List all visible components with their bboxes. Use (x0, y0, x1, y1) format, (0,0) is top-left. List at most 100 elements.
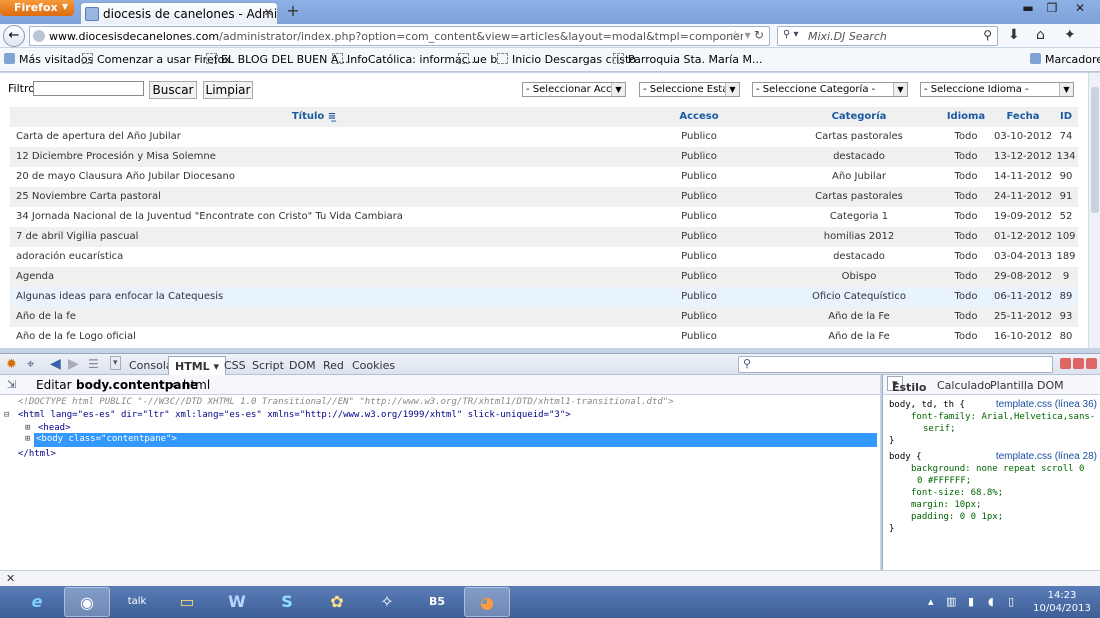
css-declaration[interactable]: padding: 0 0 1px; (911, 512, 1003, 522)
skype-icon[interactable]: S (264, 587, 310, 617)
cell-title[interactable]: Carta de apertura del Año Jubilar (10, 127, 618, 147)
battery-icon[interactable]: ▯ (1008, 595, 1014, 608)
firefox-icon[interactable]: ◕ (464, 587, 510, 617)
language-select[interactable]: - Seleccione Idioma - ▼ (920, 82, 1074, 97)
tab-side-dom[interactable]: DOM (1037, 379, 1064, 392)
filter-input[interactable] (33, 81, 144, 96)
firefox-menu-button[interactable]: Firefox ▼ (0, 0, 74, 16)
volume-icon[interactable]: ◖ (988, 595, 994, 608)
head-node[interactable]: <head> (38, 423, 71, 433)
table-row[interactable]: Agenda Publico Obispo Todo 29-08-2012 9 (10, 267, 1078, 287)
minimize-firebug-icon[interactable] (1060, 358, 1071, 369)
tab-layout[interactable]: Plantilla (990, 379, 1034, 392)
css-declaration[interactable]: margin: 10px; (911, 500, 981, 510)
cell-title[interactable]: 20 de mayo Clausura Año Jubilar Diocesan… (10, 167, 618, 187)
detach-firebug-icon[interactable] (1073, 358, 1084, 369)
url-bar[interactable]: www.diocesisdecanelones.com/administrato… (29, 26, 770, 46)
breadcrumb-parent[interactable]: < html (169, 378, 210, 392)
network-icon[interactable]: ▥ (946, 595, 956, 608)
firebug-search-input[interactable]: ⚲ (738, 356, 1053, 373)
talk-icon[interactable]: talk (114, 587, 160, 617)
css-selector[interactable]: body { (889, 452, 922, 462)
css-declaration[interactable]: font-size: 68.8%; (911, 488, 1003, 498)
cell-title[interactable]: 34 Jornada Nacional de la Juventud "Enco… (10, 207, 618, 227)
home-icon[interactable]: ⌂ (1036, 27, 1045, 43)
css-source-link[interactable]: template.css (línea 36) (996, 399, 1097, 410)
cell-title[interactable]: 25 Noviembre Carta pastoral (10, 187, 618, 207)
forward-arrow-icon[interactable]: ▶ (68, 356, 79, 372)
state-select[interactable]: - Seleccione Estado - ▼ (639, 82, 740, 97)
signal-icon[interactable]: ▮ (968, 595, 974, 608)
close-icon[interactable]: ✕ (6, 572, 15, 585)
tab-css[interactable]: CSS (224, 359, 246, 372)
edit-button[interactable]: Editar (36, 378, 72, 392)
tray-arrow-icon[interactable]: ▴ (928, 595, 934, 608)
html-node[interactable]: <html lang="es-es" dir="ltr" xml:lang="e… (18, 410, 571, 420)
tab-script[interactable]: Script (252, 359, 284, 372)
cell-title[interactable]: Año de la fe Logo oficial (10, 327, 618, 347)
download-icon[interactable]: ⬇ (1008, 27, 1020, 43)
css-selector[interactable]: body, td, th { (889, 400, 965, 410)
search-icon[interactable]: ⚲ (983, 28, 992, 42)
css-declaration[interactable]: background: none repeat scroll 0 (911, 464, 1084, 474)
column-title[interactable]: Título ≡̲ (10, 107, 618, 127)
picasa-icon[interactable]: ✿ (314, 587, 360, 617)
maximize-button[interactable]: ❐ (1040, 1, 1064, 17)
list-icon[interactable]: ☰ (88, 357, 99, 371)
access-select[interactable]: - Seleccionar Acceso - ▼ (522, 82, 626, 97)
scrollbar-thumb[interactable] (1091, 87, 1099, 213)
bookmark-item[interactable]: Más visitados (4, 53, 93, 66)
cell-title[interactable]: Agenda (10, 267, 618, 287)
page-scrollbar[interactable] (1088, 73, 1100, 348)
column-date[interactable]: Fecha (994, 107, 1052, 127)
tab-console[interactable]: Consola (129, 359, 173, 372)
css-declaration[interactable]: font-family: Arial,Helvetica,sans- (911, 412, 1095, 422)
cell-title[interactable]: 7 de abril Vigilia pascual (10, 227, 618, 247)
panel-menu-icon[interactable]: ▾ (110, 356, 121, 370)
expand-head-icon[interactable]: ⊞ (25, 423, 30, 433)
cell-title[interactable]: 12 Diciembre Procesión y Misa Solemne (10, 147, 618, 167)
addon-icon[interactable]: ✦ (1064, 27, 1076, 43)
table-row[interactable]: Año de la fe Publico Año de la Fe Todo 25-11… (10, 307, 1078, 327)
bookmark-item[interactable]: ue b (458, 53, 497, 66)
table-row[interactable]: 20 de mayo Clausura Año Jubilar Diocesan… (10, 167, 1078, 187)
bookmark-item[interactable]: InfoCatólica: informac... (332, 53, 478, 66)
cell-title[interactable]: Año de la fe (10, 307, 618, 327)
cell-title[interactable]: adoración eucarística (10, 247, 618, 267)
table-row[interactable]: 34 Jornada Nacional de la Juventud "Enco… (10, 207, 1078, 227)
table-row[interactable]: adoración eucarística Publico destacado Tod… (10, 247, 1078, 267)
clock[interactable]: 14:23 10/04/2013 (1030, 589, 1094, 615)
word-icon[interactable]: W (214, 587, 260, 617)
column-id[interactable]: ID (1054, 107, 1078, 127)
column-language[interactable]: Idioma (940, 107, 992, 127)
expand-body-icon[interactable]: ⊞ (25, 434, 30, 444)
column-access[interactable]: Acceso (620, 107, 778, 127)
table-row[interactable]: 12 Diciembre Procesión y Misa Solemne Pub… (10, 147, 1078, 167)
minimize-button[interactable]: ▬ (1016, 1, 1040, 17)
table-row[interactable]: 25 Noviembre Carta pastoral Publico Cartas… (10, 187, 1078, 207)
close-tab-icon[interactable]: ✕ (264, 6, 273, 19)
css-source-link[interactable]: template.css (línea 28) (996, 451, 1097, 462)
tab-net[interactable]: Red (323, 359, 344, 372)
tab-computed[interactable]: Calculado (937, 379, 991, 392)
close-window-button[interactable]: ✕ (1068, 1, 1092, 17)
tool-icon[interactable]: ✧ (364, 587, 410, 617)
new-tab-button[interactable]: + (283, 3, 303, 21)
column-category[interactable]: Categoría (780, 107, 938, 127)
bookmark-item[interactable]: Parroquia Sta. María M... (613, 53, 763, 66)
table-row[interactable]: Algunas ideas para enfocar la Catequesis… (10, 287, 1078, 307)
bookmark-item[interactable]: EL BLOG DEL BUEN A... (206, 53, 349, 66)
ie-icon[interactable]: e (14, 587, 60, 617)
tab-style[interactable]: Estilo ▾ (887, 376, 926, 394)
search-bar[interactable]: ⚲ ▾ Mixi.DJ Search ⚲ (777, 26, 998, 46)
tab-html[interactable]: HTML ▾ (168, 356, 227, 375)
collapse-icon[interactable]: ⊟ (4, 410, 9, 420)
close-firebug-icon[interactable] (1086, 358, 1097, 369)
category-select[interactable]: - Seleccione Categoría - ▼ (752, 82, 908, 97)
tab-dom[interactable]: DOM (289, 359, 316, 372)
back-arrow-icon[interactable]: ◀ (50, 356, 61, 372)
reload-icon[interactable]: ↻ (754, 28, 764, 42)
cell-title[interactable]: Algunas ideas para enfocar la Catequesis (10, 287, 618, 307)
browser-tab[interactable]: diocesis de canelones - Administración ✕ (80, 2, 278, 24)
search-engine-icon[interactable]: ⚲ ▾ (783, 29, 799, 40)
